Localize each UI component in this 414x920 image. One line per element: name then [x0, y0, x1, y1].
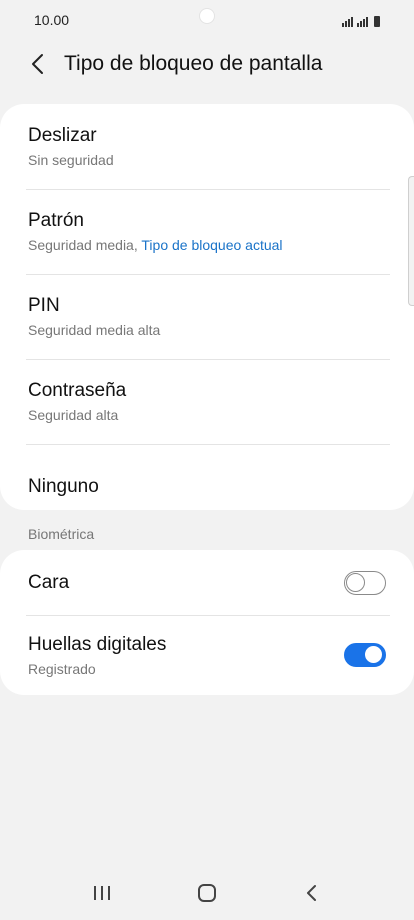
lock-option-password[interactable]: Contraseña Seguridad alta: [0, 359, 414, 444]
biometric-face[interactable]: Cara: [0, 550, 414, 615]
lock-option-pin[interactable]: PIN Seguridad media alta: [0, 274, 414, 359]
option-title: Patrón: [28, 210, 84, 231]
recents-icon: [94, 886, 111, 900]
option-title: Deslizar: [28, 125, 97, 146]
current-lock-label: Tipo de bloqueo actual: [141, 237, 283, 253]
biometric-fingerprint[interactable]: Huellas digitales Registrado: [0, 615, 414, 695]
lock-option-swipe[interactable]: Deslizar Sin seguridad: [0, 104, 414, 189]
signal-icon: [342, 17, 353, 27]
option-title: Ninguno: [28, 475, 99, 497]
scrollbar[interactable]: [408, 176, 414, 306]
nav-back-button[interactable]: [292, 878, 332, 908]
header: Tipo de bloqueo de pantalla: [0, 44, 414, 84]
page-title: Tipo de bloqueo de pantalla: [64, 52, 323, 75]
option-subtitle: Seguridad alta: [28, 407, 119, 423]
option-security-level: Seguridad media,: [28, 237, 138, 253]
option-subtitle: Registrado: [28, 660, 96, 677]
home-icon: [197, 884, 216, 902]
navigation-bar: [0, 866, 414, 920]
home-button[interactable]: [187, 878, 227, 908]
battery-icon: [374, 16, 380, 27]
status-icons: [342, 13, 380, 27]
option-title: Contraseña: [28, 380, 127, 401]
lock-option-none[interactable]: Ninguno: [0, 444, 414, 529]
chevron-left-icon: [32, 54, 43, 74]
nav-back-icon: [306, 885, 316, 901]
status-time: 10.00: [34, 12, 70, 28]
recents-button[interactable]: [82, 878, 122, 908]
option-subtitle: Seguridad media alta: [28, 322, 161, 338]
lock-type-list: Deslizar Sin seguridad Patrón Seguridad …: [0, 104, 414, 510]
option-subtitle: Seguridad media, Tipo de bloqueo actual: [28, 236, 386, 254]
option-title: PIN: [28, 295, 60, 316]
face-toggle[interactable]: [344, 570, 386, 595]
biometrics-list: Cara Huellas digitales Registrado: [0, 550, 414, 695]
option-title: Cara: [28, 571, 70, 593]
lock-option-pattern[interactable]: Patrón Seguridad media, Tipo de bloqueo …: [0, 189, 414, 274]
front-camera: [199, 8, 215, 24]
option-title: Huellas digitales: [28, 633, 167, 655]
signal-icon-2: [357, 17, 368, 27]
back-button[interactable]: [26, 52, 48, 76]
fingerprint-toggle[interactable]: [344, 643, 386, 667]
option-subtitle: Sin seguridad: [28, 152, 114, 168]
section-label-biometrics: Biométrica: [28, 526, 95, 542]
